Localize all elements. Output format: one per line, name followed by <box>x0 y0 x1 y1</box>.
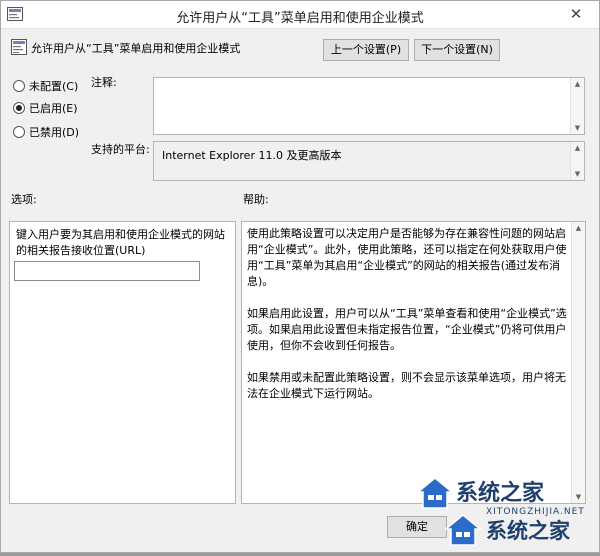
radio-enabled[interactable]: 已启用(E) <box>13 100 78 116</box>
watermark-text: 系统之家 <box>486 518 570 543</box>
watermark-text: 系统之家 <box>456 480 545 506</box>
url-field-label: 键入用户要为其启用和使用企业模式的网站的相关报告接收位置(URL) <box>16 228 225 257</box>
radio-circle[interactable] <box>13 102 25 114</box>
next-setting-button[interactable]: 下一个设置(N) <box>414 39 500 61</box>
scroll-up-icon[interactable]: ▲ <box>571 142 584 154</box>
radio-label: 已禁用(D) <box>29 126 80 139</box>
title-bar: 允许用户从“工具”菜单启用和使用企业模式 ✕ <box>1 1 599 29</box>
comment-textarea[interactable]: ▲ ▼ <box>153 77 585 135</box>
setting-name: 允许用户从“工具”菜单启用和使用企业模式 <box>31 42 241 55</box>
house-logo-icon <box>444 514 482 546</box>
radio-disabled[interactable]: 已禁用(D) <box>13 124 79 140</box>
platform-value: Internet Explorer 11.0 及更高版本 <box>162 149 342 162</box>
radio-not-configured[interactable]: 未配置(C) <box>13 78 78 94</box>
house-logo-icon <box>416 477 454 509</box>
platform-label: 支持的平台: <box>91 143 150 156</box>
policy-dialog: 允许用户从“工具”菜单启用和使用企业模式 ✕ 允许用户从“工具”菜单启用和使用企… <box>0 0 600 553</box>
options-panel: 键入用户要为其启用和使用企业模式的网站的相关报告接收位置(URL) <box>9 221 236 504</box>
scroll-down-icon[interactable]: ▼ <box>571 168 584 180</box>
platform-scrollbar[interactable]: ▲ ▼ <box>570 142 584 180</box>
help-label: 帮助: <box>243 193 269 206</box>
help-scrollbar[interactable]: ▲ ▼ <box>571 222 585 503</box>
platform-field: Internet Explorer 11.0 及更高版本 ▲ ▼ <box>153 141 585 181</box>
report-url-input[interactable] <box>14 261 200 281</box>
scroll-up-icon[interactable]: ▲ <box>572 222 585 234</box>
comment-scrollbar[interactable]: ▲ ▼ <box>570 78 584 134</box>
help-paragraph: 如果启用此设置，用户可以从“工具”菜单查看和使用“企业模式”选项。如果启用此设置… <box>247 307 567 352</box>
policy-setting-icon <box>11 39 27 55</box>
help-paragraph: 如果禁用或未配置此策略设置，则不会显示该菜单选项，用户将无法在企业模式下运行网站… <box>247 371 566 400</box>
radio-circle[interactable] <box>13 126 25 138</box>
help-panel: 使用此策略设置可以决定用户是否能够为存在兼容性问题的网站启用“企业模式”。此外，… <box>241 221 586 504</box>
radio-label: 已启用(E) <box>29 102 78 115</box>
help-paragraph: 使用此策略设置可以决定用户是否能够为存在兼容性问题的网站启用“企业模式”。此外，… <box>247 227 567 288</box>
window-title: 允许用户从“工具”菜单启用和使用企业模式 <box>176 11 424 26</box>
radio-label: 未配置(C) <box>29 80 79 93</box>
close-icon[interactable]: ✕ <box>559 2 593 26</box>
comment-label: 注释: <box>91 76 117 89</box>
scroll-up-icon[interactable]: ▲ <box>571 78 584 90</box>
options-label: 选项: <box>11 193 37 206</box>
scroll-down-icon[interactable]: ▼ <box>571 122 584 134</box>
watermark: 系统之家 XITONGZHIJIA.NET 系统之家 <box>416 471 600 556</box>
previous-setting-button[interactable]: 上一个设置(P) <box>323 39 409 61</box>
radio-circle[interactable] <box>13 80 25 92</box>
